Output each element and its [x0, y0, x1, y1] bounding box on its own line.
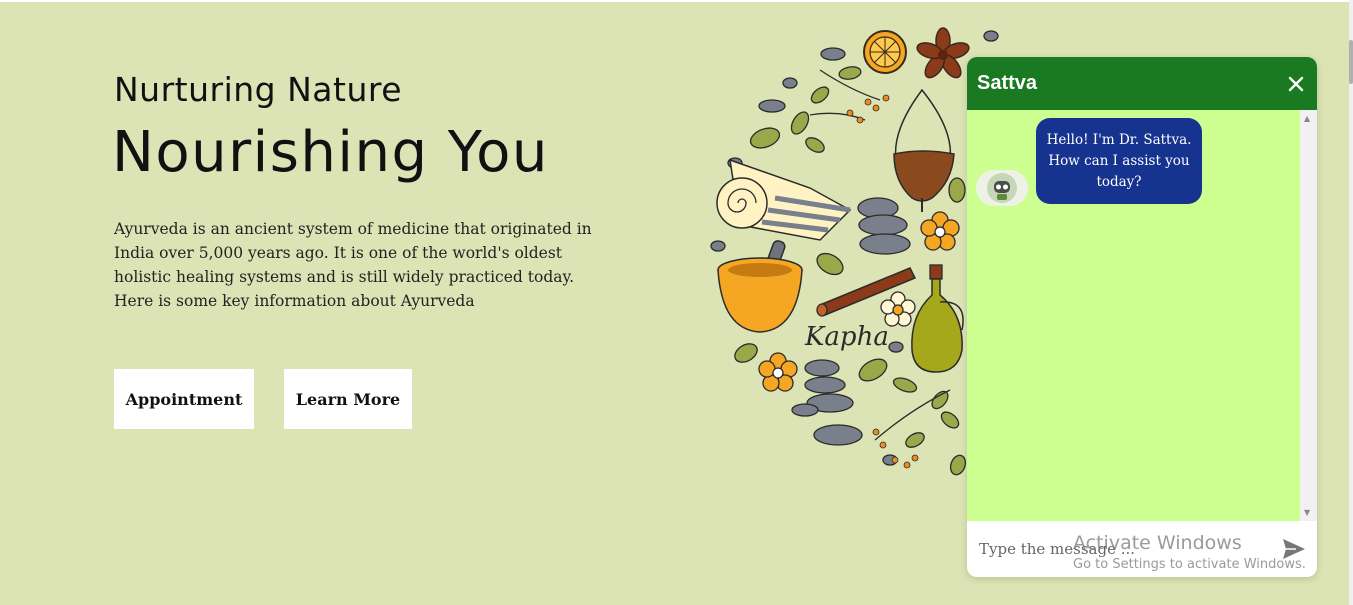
scroll-up-icon[interactable]: ▲ [1304, 114, 1310, 123]
watermark-title: Activate Windows [1073, 532, 1242, 554]
orange-slice-icon [863, 30, 907, 74]
bot-avatar [976, 170, 1028, 206]
star-anise-icon [916, 27, 970, 79]
windows-activation-watermark: Activate Windows Go to Settings to activ… [1073, 532, 1306, 574]
mortar-pestle-icon [717, 240, 803, 333]
page-scroll-thumb[interactable] [1349, 40, 1353, 84]
kapha-label: Kapha [804, 322, 889, 352]
bot-message-bubble: Hello! I'm Dr. Sattva. How can I assist … [1036, 118, 1202, 204]
page-scrollbar[interactable] [1349, 0, 1353, 605]
chat-scrollbar[interactable]: ▲ ▼ [1300, 110, 1317, 521]
chat-header: Sattva [967, 57, 1317, 110]
robot-icon [987, 173, 1017, 203]
scroll-down-icon[interactable]: ▼ [1304, 508, 1310, 517]
hero-description: Ayurveda is an ancient system of medicin… [114, 220, 592, 310]
chat-title: Sattva [977, 72, 1038, 94]
hero-subtitle: Nurturing Nature [114, 70, 403, 109]
oil-bottle-icon [911, 264, 964, 373]
chat-widget: Sattva Hello! I'm Dr. Sattva. How can I … [967, 57, 1317, 577]
ayurveda-illustration: Kapha [710, 27, 999, 476]
chat-messages: Hello! I'm Dr. Sattva. How can I assist … [967, 110, 1300, 521]
towel-icon [716, 158, 852, 241]
hero-title: Nourishing You [112, 120, 549, 185]
bulb-icon [893, 88, 955, 212]
learn-more-button[interactable]: Learn More [284, 369, 412, 429]
top-border [0, 0, 1353, 2]
close-icon[interactable] [1285, 73, 1307, 95]
watermark-subtitle: Go to Settings to activate Windows. [1073, 557, 1306, 572]
appointment-button[interactable]: Appointment [114, 369, 254, 429]
stones-icon [710, 30, 999, 466]
